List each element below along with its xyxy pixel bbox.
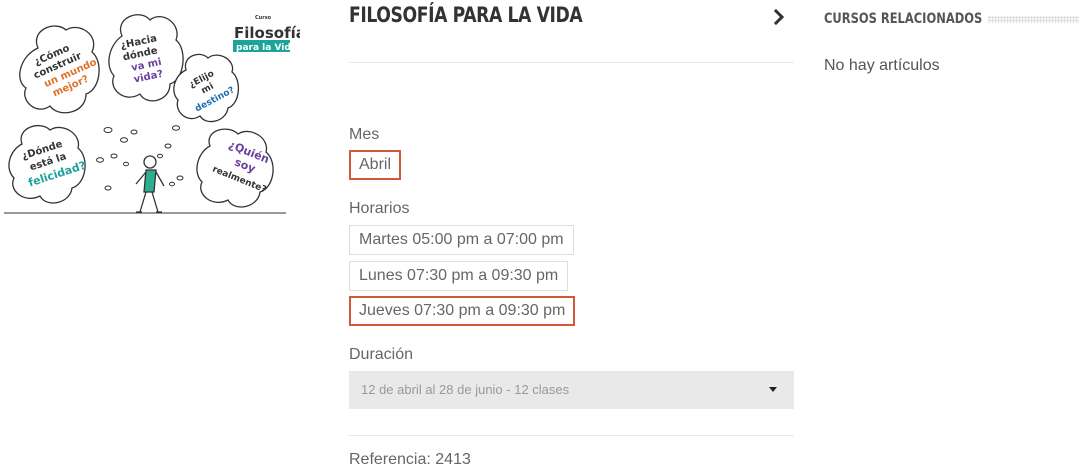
duration-select-value: 12 de abril al 28 de junio - 12 clases xyxy=(361,382,570,397)
chevron-right-icon[interactable] xyxy=(772,4,788,28)
sidebar-title: CURSOS RELACIONADOS xyxy=(824,11,988,27)
duration-label: Duración xyxy=(349,346,414,363)
duration-select[interactable]: 12 de abril al 28 de junio - 12 clases xyxy=(349,371,794,409)
sidebar-empty-message: No hay artículos xyxy=(824,57,940,74)
divider xyxy=(349,62,794,63)
caret-down-icon xyxy=(769,387,777,392)
schedule-option[interactable]: Martes 05:00 pm a 07:00 pm xyxy=(349,225,574,255)
schedule-label: Horarios xyxy=(349,200,410,217)
product-reference: Referencia: 2413 xyxy=(349,451,471,468)
page-title: FILOSOFÍA PARA LA VIDA xyxy=(349,3,583,27)
month-option-abril[interactable]: Abril xyxy=(349,150,402,180)
divider xyxy=(349,435,794,436)
month-label: Mes xyxy=(349,126,380,143)
schedule-option[interactable]: Lunes 07:30 pm a 09:30 pm xyxy=(349,261,569,291)
product-details: FILOSOFÍA PARA LA VIDA Mes Abril Horario… xyxy=(349,0,794,468)
logo-small-text: Curso xyxy=(255,15,272,21)
product-image: Curso Filosofía para la Vida ¿Cómo const… xyxy=(0,0,300,225)
schedule-option-selected[interactable]: Jueves 07:30 pm a 09:30 pm xyxy=(349,296,576,326)
person-figure xyxy=(135,155,165,213)
course-illustration: Curso Filosofía para la Vida ¿Cómo const… xyxy=(4,14,300,214)
logo-banner-text: para la Vida xyxy=(236,43,297,53)
sidebar-header: CURSOS RELACIONADOS xyxy=(824,11,1079,31)
logo-title-text: Filosofía xyxy=(234,24,300,42)
title-row: FILOSOFÍA PARA LA VIDA xyxy=(349,0,794,32)
